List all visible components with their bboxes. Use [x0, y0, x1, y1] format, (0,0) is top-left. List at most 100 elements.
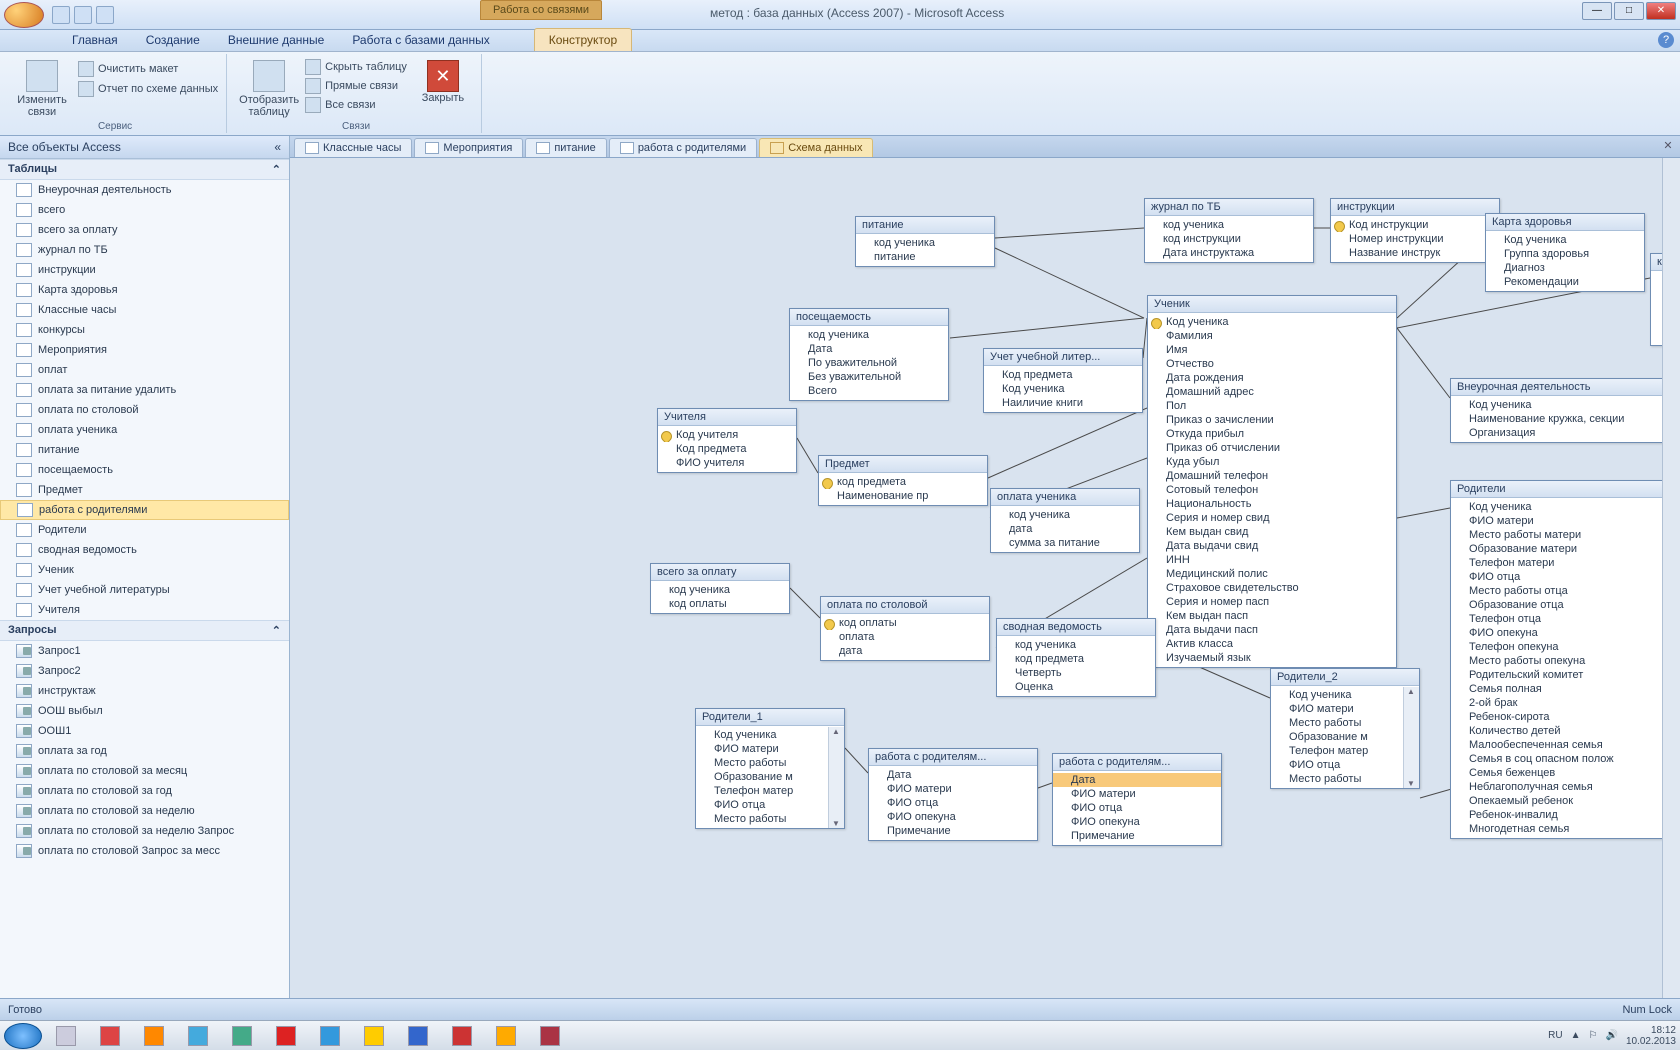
- nav-item[interactable]: оплата за питание удалить: [0, 380, 289, 400]
- nav-item[interactable]: Учет учебной литературы: [0, 580, 289, 600]
- table-box[interactable]: РодителиКод ученикаФИО материМесто работ…: [1450, 480, 1676, 839]
- nav-item[interactable]: Карта здоровья: [0, 280, 289, 300]
- table-scrollbar[interactable]: [828, 727, 844, 828]
- table-box-header[interactable]: всего за оплату: [651, 564, 789, 581]
- table-field[interactable]: ФИО опекуна: [1451, 626, 1675, 640]
- table-field[interactable]: ИНН: [1148, 553, 1396, 567]
- table-field[interactable]: ФИО опекуна: [1053, 815, 1221, 829]
- table-box-header[interactable]: Учителя: [658, 409, 796, 426]
- table-field[interactable]: Наиличие книги: [984, 396, 1142, 410]
- all-rel-button[interactable]: Все связи: [305, 96, 407, 114]
- nav-item[interactable]: оплата по столовой Запрос за месс: [0, 841, 289, 861]
- table-field[interactable]: Место работы опекуна: [1451, 654, 1675, 668]
- nav-item[interactable]: Классные часы: [0, 300, 289, 320]
- taskbar-access-icon[interactable]: [530, 1024, 570, 1048]
- table-box-header[interactable]: Ученик: [1148, 296, 1396, 313]
- taskbar-app4-icon[interactable]: [486, 1024, 526, 1048]
- office-button[interactable]: [4, 2, 44, 28]
- maximize-button[interactable]: □: [1614, 2, 1644, 20]
- table-field[interactable]: Дата выдачи свид: [1148, 539, 1396, 553]
- nav-item[interactable]: журнал по ТБ: [0, 240, 289, 260]
- table-field[interactable]: Куда убыл: [1148, 455, 1396, 469]
- table-field[interactable]: Четверть: [997, 666, 1155, 680]
- nav-item[interactable]: всего: [0, 200, 289, 220]
- table-box[interactable]: всего за оплатукод ученикакод оплаты: [650, 563, 790, 614]
- table-box[interactable]: журнал по ТБкод ученикакод инструкцииДат…: [1144, 198, 1314, 263]
- table-box-header[interactable]: оплата ученика: [991, 489, 1139, 506]
- table-box-header[interactable]: журнал по ТБ: [1145, 199, 1313, 216]
- table-field[interactable]: Семья в соц опасном полож: [1451, 752, 1675, 766]
- table-field[interactable]: Семья полная: [1451, 682, 1675, 696]
- table-box-header[interactable]: сводная ведомость: [997, 619, 1155, 636]
- table-field[interactable]: Дата инструктажа: [1145, 246, 1313, 260]
- nav-item[interactable]: Запрос2: [0, 661, 289, 681]
- nav-item[interactable]: оплата ученика: [0, 420, 289, 440]
- show-table-button[interactable]: Отобразить таблицу: [239, 56, 299, 118]
- table-box-header[interactable]: Предмет: [819, 456, 987, 473]
- table-box[interactable]: Родители_1Код ученикаФИО материМесто раб…: [695, 708, 845, 829]
- table-box-header[interactable]: питание: [856, 217, 994, 234]
- table-field[interactable]: Код ученика: [696, 728, 844, 742]
- table-box-header[interactable]: Родители: [1451, 481, 1675, 498]
- taskbar-opera-icon[interactable]: [266, 1024, 306, 1048]
- nav-item[interactable]: Предмет: [0, 480, 289, 500]
- table-box[interactable]: УченикКод ученикаФамилияИмяОтчествоДата …: [1147, 295, 1397, 668]
- table-box[interactable]: оплата ученикакод ученикадатасумма за пи…: [990, 488, 1140, 553]
- close-rel-button[interactable]: ✕ Закрыть: [413, 56, 473, 118]
- tray-volume-icon[interactable]: 🔊: [1605, 1030, 1617, 1041]
- table-field[interactable]: Фамилия: [1148, 329, 1396, 343]
- table-field[interactable]: Наименование кружка, секции: [1451, 412, 1669, 426]
- table-field[interactable]: Дата выдачи пасп: [1148, 623, 1396, 637]
- nav-item[interactable]: работа с родителями: [0, 500, 289, 520]
- table-field[interactable]: Телефон матер: [696, 784, 844, 798]
- table-field[interactable]: Количество детей: [1451, 724, 1675, 738]
- table-field[interactable]: код ученика: [1145, 218, 1313, 232]
- taskbar-app3-icon[interactable]: [442, 1024, 482, 1048]
- nav-item[interactable]: оплата по столовой за неделю: [0, 801, 289, 821]
- doc-close-button[interactable]: ✕: [1660, 139, 1676, 153]
- nav-item[interactable]: инструкции: [0, 260, 289, 280]
- doc-tab[interactable]: Мероприятия: [414, 138, 523, 157]
- nav-item[interactable]: оплата по столовой за год: [0, 781, 289, 801]
- table-field[interactable]: Образование матери: [1451, 542, 1675, 556]
- table-field[interactable]: Место работы отца: [1451, 584, 1675, 598]
- table-field[interactable]: Национальность: [1148, 497, 1396, 511]
- table-field[interactable]: Место работы матери: [1451, 528, 1675, 542]
- table-field[interactable]: Место работы: [696, 756, 844, 770]
- table-box-header[interactable]: Карта здоровья: [1486, 214, 1644, 231]
- close-button[interactable]: ✕: [1646, 2, 1676, 20]
- tray-lang[interactable]: RU: [1548, 1030, 1562, 1041]
- table-field[interactable]: Телефон матер: [1271, 744, 1419, 758]
- doc-tab[interactable]: работа с родителями: [609, 138, 757, 157]
- table-field[interactable]: ФИО матери: [1451, 514, 1675, 528]
- nav-item[interactable]: конкурсы: [0, 320, 289, 340]
- hide-table-button[interactable]: Скрыть таблицу: [305, 58, 407, 76]
- table-field[interactable]: код предмета: [819, 475, 987, 489]
- table-field[interactable]: код ученика: [997, 638, 1155, 652]
- table-field[interactable]: Без уважительной: [790, 370, 948, 384]
- table-box-header[interactable]: Учет учебной литер...: [984, 349, 1142, 366]
- taskbar-mail-icon[interactable]: [310, 1024, 350, 1048]
- table-field[interactable]: код ученика: [651, 583, 789, 597]
- table-field[interactable]: ФИО отца: [1271, 758, 1419, 772]
- table-field[interactable]: дата: [821, 644, 989, 658]
- table-box[interactable]: Карта здоровьяКод ученикаГруппа здоровья…: [1485, 213, 1645, 292]
- table-field[interactable]: Рекомендации: [1486, 275, 1644, 289]
- table-box[interactable]: инструкцииКод инструкцииНомер инструкции…: [1330, 198, 1500, 263]
- nav-item[interactable]: Ученик: [0, 560, 289, 580]
- table-field[interactable]: Отчество: [1148, 357, 1396, 371]
- table-field[interactable]: Телефон матери: [1451, 556, 1675, 570]
- table-field[interactable]: код предмета: [997, 652, 1155, 666]
- ribbon-tab-db[interactable]: Работа с базами данных: [338, 29, 503, 51]
- table-field[interactable]: код ученика: [856, 236, 994, 250]
- nav-group-header[interactable]: Таблицы⌃: [0, 159, 289, 180]
- table-field[interactable]: Место работы: [696, 812, 844, 826]
- table-field[interactable]: Ребенок-сирота: [1451, 710, 1675, 724]
- nav-item[interactable]: оплата по столовой за месяц: [0, 761, 289, 781]
- table-field[interactable]: Название инструк: [1331, 246, 1499, 260]
- table-field[interactable]: Кем выдан пасп: [1148, 609, 1396, 623]
- table-field[interactable]: Код предмета: [984, 368, 1142, 382]
- table-box-header[interactable]: Внеурочная деятельность: [1451, 379, 1669, 396]
- nav-item[interactable]: оплата по столовой за неделю Запрос: [0, 821, 289, 841]
- nav-item[interactable]: всего за оплату: [0, 220, 289, 240]
